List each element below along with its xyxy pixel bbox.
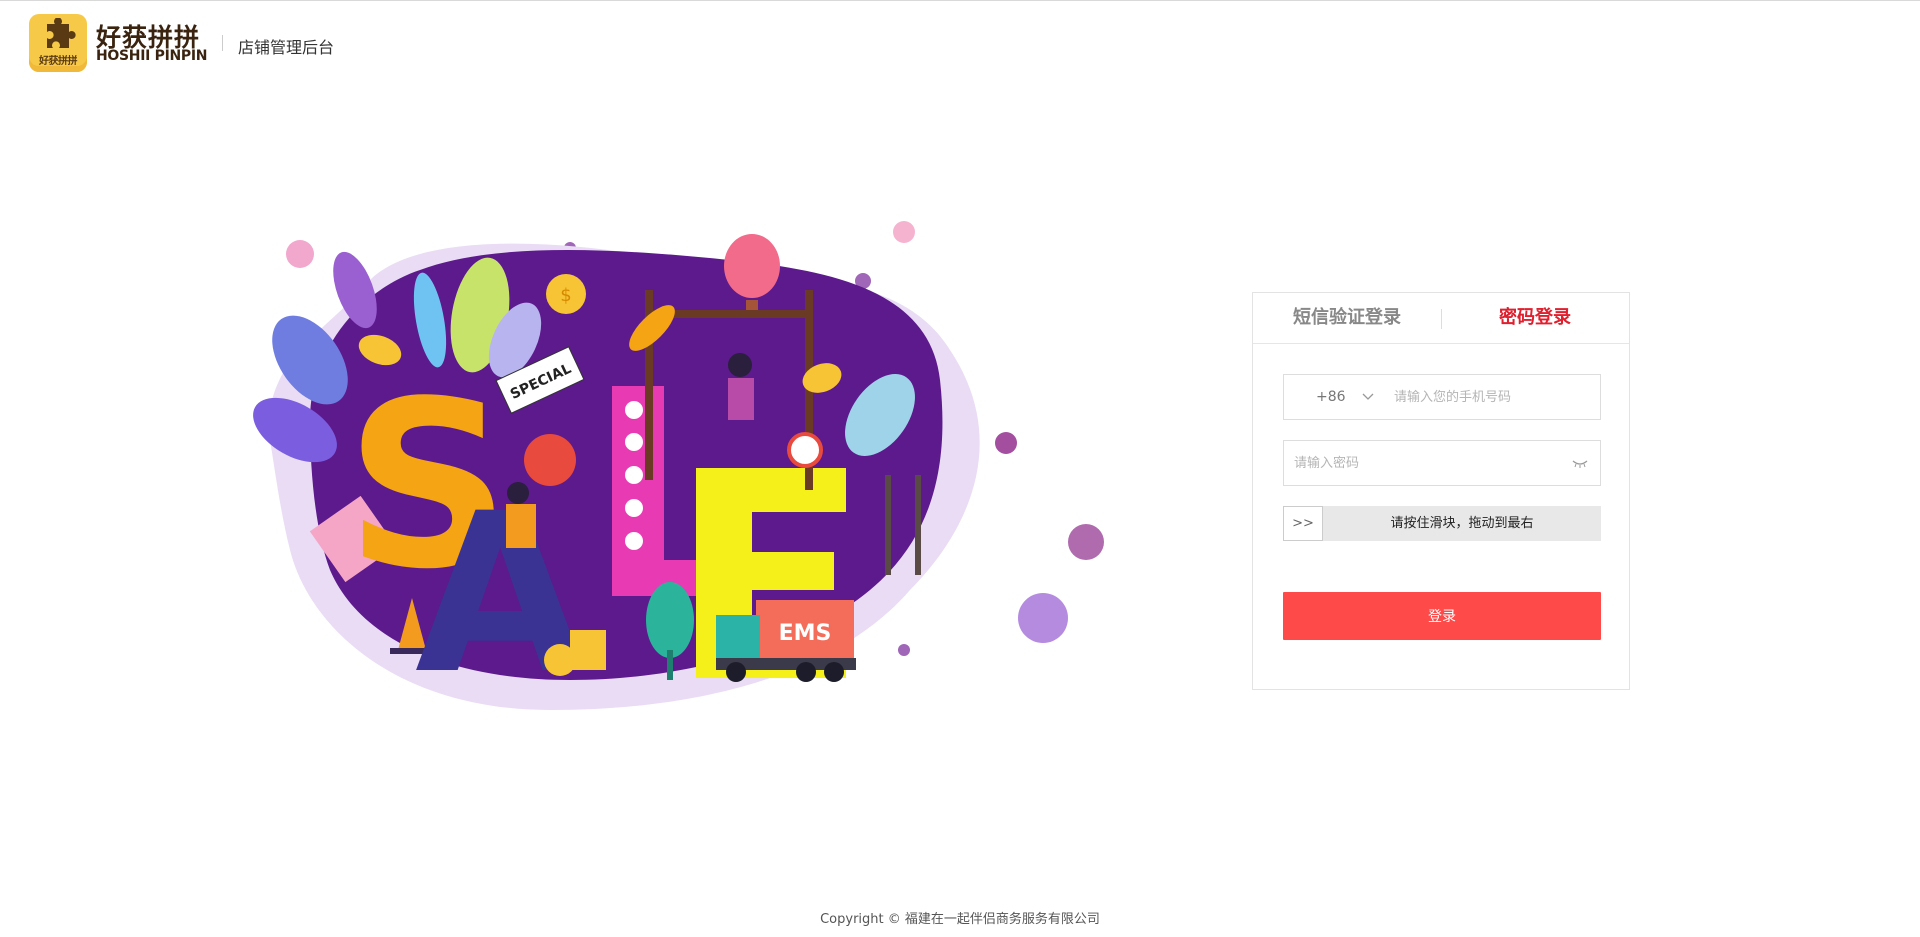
top-border <box>0 0 1920 1</box>
ladder-rail <box>885 475 891 575</box>
balloon-basket <box>746 300 758 310</box>
slider-handle[interactable]: >> <box>1283 506 1323 541</box>
person-body <box>506 504 536 548</box>
marquee-light <box>625 466 643 484</box>
password-field <box>1283 440 1601 486</box>
hot-air-balloon <box>724 234 780 298</box>
decor-dot <box>893 221 915 243</box>
truck-wheel <box>796 662 816 682</box>
logo-english-name: HOSHII PINPIN <box>96 48 208 64</box>
password-input[interactable] <box>1294 441 1564 485</box>
coin-symbol: $ <box>560 285 571 306</box>
decor-dot <box>1018 593 1068 643</box>
money-bag <box>524 434 576 486</box>
footer-copyright: Copyright © 福建在一起伴侣商务服务有限公司 <box>820 912 1100 927</box>
phone-field: +86 <box>1283 374 1601 420</box>
marquee-light <box>625 433 643 451</box>
sale-letter-e-mid <box>696 552 834 590</box>
decor-dot <box>898 644 910 656</box>
slider-captcha: >> 请按住滑块，拖动到最右 <box>1283 506 1601 541</box>
marquee-light <box>625 532 643 550</box>
truck-cab <box>716 615 760 662</box>
logo-badge[interactable]: 好获拼拼 <box>29 14 87 72</box>
login-button[interactable]: 登录 <box>1283 592 1601 640</box>
person-body <box>728 378 754 420</box>
truck-wheel <box>824 662 844 682</box>
person-head <box>507 482 529 504</box>
phone-input[interactable] <box>1394 375 1594 419</box>
chevron-down-icon <box>1362 393 1374 400</box>
login-panel: 短信验证登录 密码登录 +86 >> 请按住滑块，拖动到最右 登录 <box>1252 292 1630 690</box>
sale-letter-a: A <box>415 466 585 722</box>
coin-stack <box>570 630 606 670</box>
tree-trunk <box>667 650 673 680</box>
tab-password-login[interactable]: 密码登录 <box>1441 293 1629 343</box>
tab-sms-login[interactable]: 短信验证登录 <box>1253 293 1441 343</box>
truck-label: EMS <box>779 621 832 646</box>
marquee-light <box>625 499 643 517</box>
tree <box>646 582 694 658</box>
country-code-select[interactable]: +86 <box>1284 375 1384 419</box>
logo-badge-text: 好获拼拼 <box>39 56 78 67</box>
puzzle-logo-icon <box>47 18 76 48</box>
login-tabs: 短信验证登录 密码登录 <box>1253 293 1629 344</box>
person-head <box>728 353 752 377</box>
slider-hint: 请按住滑块，拖动到最右 <box>1390 516 1534 531</box>
sale-letter-e-top <box>696 468 846 512</box>
page-subtitle: 店铺管理后台 <box>238 38 335 57</box>
alarm-clock <box>787 432 823 468</box>
decor-dot <box>995 432 1017 454</box>
decor-dot <box>1068 524 1104 560</box>
ladder-rail <box>915 475 921 575</box>
sale-illustration: S A $ SPECIAL EMS <box>253 221 1104 722</box>
marquee-light <box>625 401 643 419</box>
decor-dot <box>286 240 314 268</box>
eye-closed-icon[interactable] <box>1572 456 1588 470</box>
truck-wheel <box>726 662 746 682</box>
header-divider <box>222 35 223 51</box>
country-code-value: +86 <box>1316 389 1346 405</box>
